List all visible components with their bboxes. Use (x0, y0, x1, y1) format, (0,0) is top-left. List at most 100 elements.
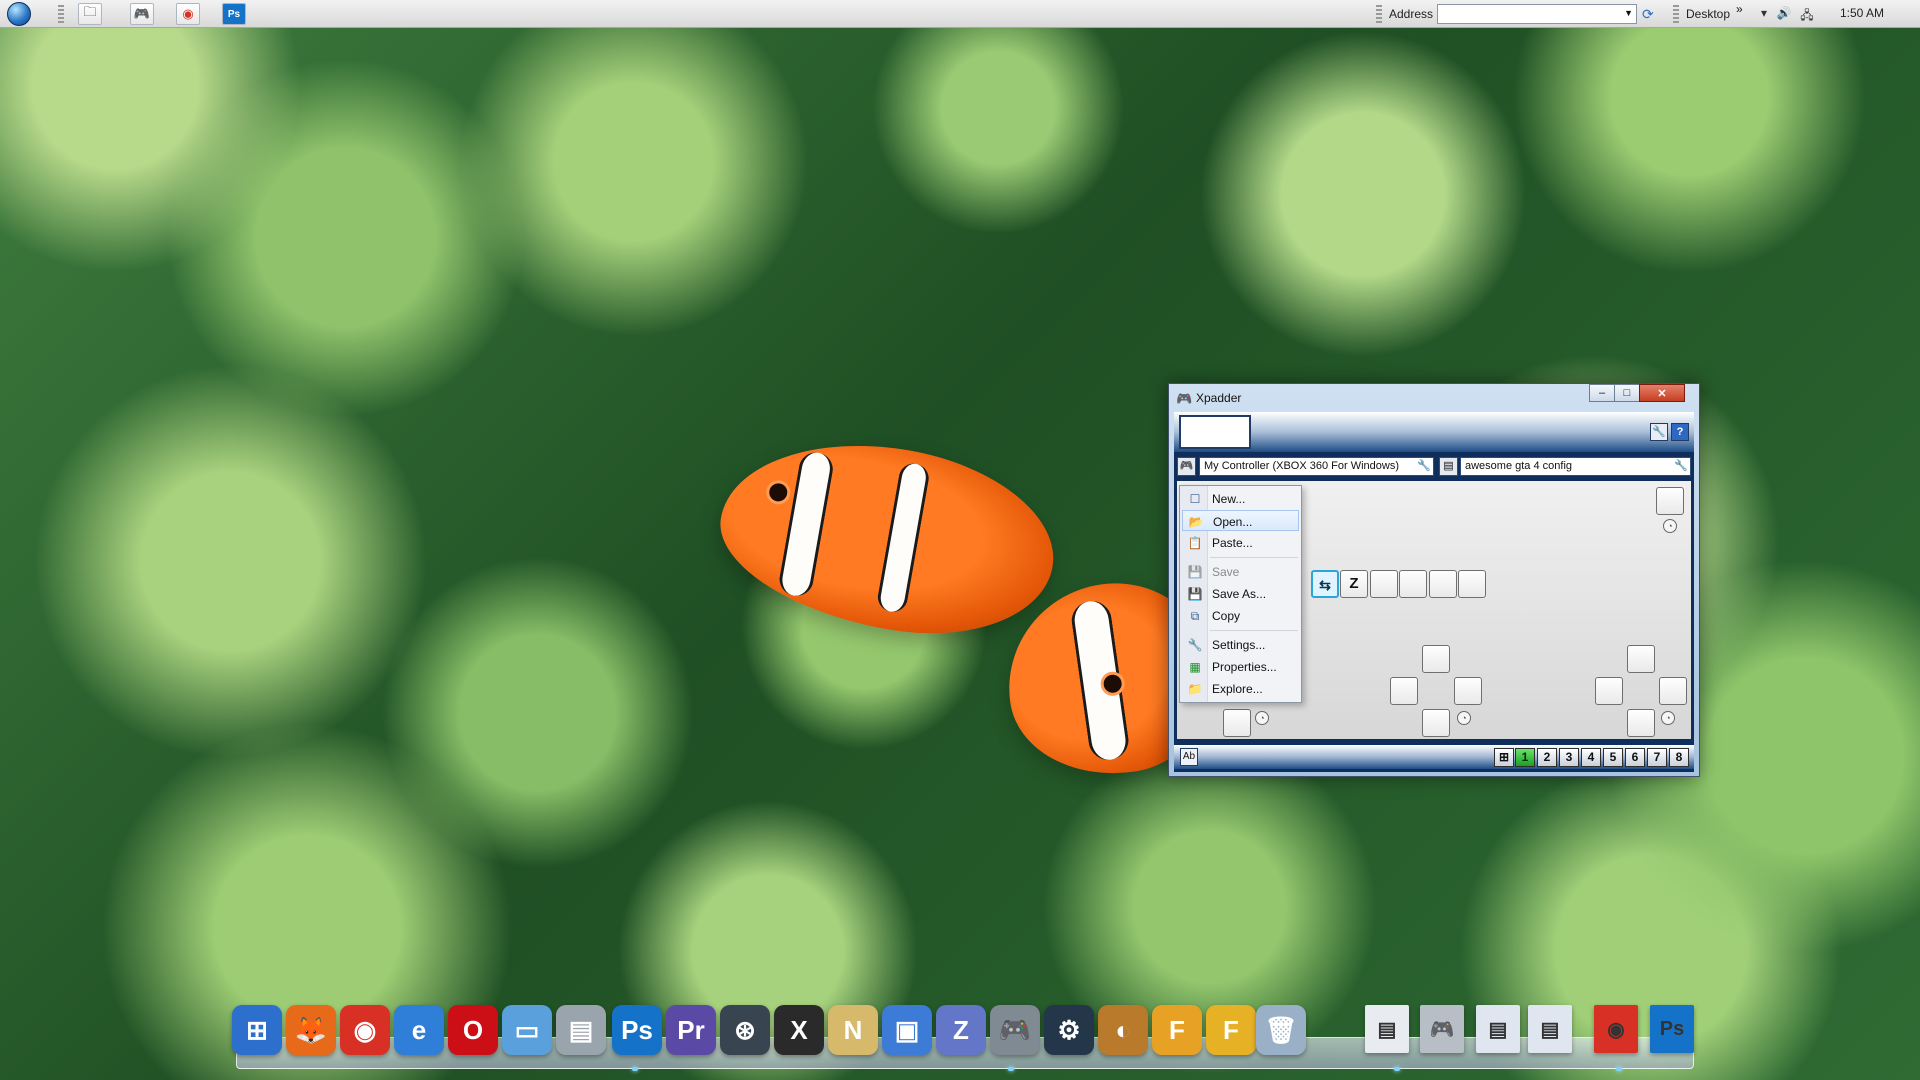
desktop-toolbar-label[interactable]: Desktop (1686, 7, 1730, 21)
photoshop-thumb-icon[interactable]: Ps (1650, 1005, 1694, 1053)
steam-icon[interactable]: ⚙ (1044, 1005, 1094, 1055)
stick-config-icon[interactable]: ◔ (1663, 519, 1677, 533)
premiere-icon[interactable]: Pr (666, 1005, 716, 1055)
set-button-8[interactable]: 8 (1669, 748, 1689, 767)
set-button-7[interactable]: 7 (1647, 748, 1667, 767)
network-icon[interactable]: 🖧 (1799, 6, 1815, 22)
stick-config-icon[interactable]: ◔ (1255, 711, 1269, 725)
paste-icon: 📋 (1187, 536, 1203, 550)
tray-dropdown-icon[interactable]: ▾ (1756, 6, 1772, 22)
menu-item-save[interactable]: 💾 Save (1182, 561, 1299, 582)
menu-item-settings[interactable]: 🔧 Settings... (1182, 634, 1299, 655)
chrome-icon[interactable]: ◉ (176, 3, 200, 25)
chevron-down-icon[interactable]: ▼ (1624, 8, 1633, 18)
menu-item-label: Save (1212, 565, 1240, 579)
right-shoulder-key[interactable] (1656, 487, 1684, 515)
wrench-icon[interactable]: 🔧 (1650, 423, 1668, 441)
folder-thumb-icon-2[interactable]: ▤ (1528, 1005, 1572, 1053)
firefox-icon[interactable]: 🦊 (286, 1005, 336, 1055)
dpad-down-key[interactable] (1422, 709, 1450, 737)
window-thumb-icon[interactable]: ▤ (1365, 1005, 1409, 1053)
controller-image-tile[interactable] (1179, 415, 1251, 449)
set-button-6[interactable]: 6 (1625, 748, 1645, 767)
fl-studio-alt-icon[interactable]: F (1206, 1005, 1256, 1055)
folder-thumb-icon[interactable]: ▤ (1476, 1005, 1520, 1053)
dpad-left-key[interactable] (1390, 677, 1418, 705)
left-stick-down-key[interactable] (1223, 709, 1251, 737)
start-button[interactable] (7, 2, 31, 26)
zune-icon[interactable]: Z (936, 1005, 986, 1055)
right-stick-down-key[interactable] (1627, 709, 1655, 737)
address-input[interactable]: ▼ (1437, 4, 1637, 24)
text-mode-icon[interactable]: Ab (1180, 748, 1198, 766)
toolbar-grip[interactable] (58, 5, 64, 23)
wrench-icon[interactable]: 🔧 (1674, 459, 1688, 472)
controller-select[interactable]: My Controller (XBOX 360 For Windows) 🔧 (1199, 457, 1434, 476)
menu-item-save-as[interactable]: 💾 Save As... (1182, 583, 1299, 604)
dpad-right-key[interactable] (1454, 677, 1482, 705)
right-stick-up-key[interactable] (1627, 645, 1655, 673)
photoshop-icon[interactable]: Ps (222, 3, 246, 25)
stick-config-icon[interactable]: ◔ (1457, 711, 1471, 725)
gamepad-dock-icon[interactable]: 🎮 (990, 1005, 1040, 1055)
gamepad-thumb-icon[interactable]: 🎮 (1420, 1005, 1464, 1053)
profile-context-menu: ☐ New... 📂 Open... 📋 Paste... 💾 Save 💾 S… (1179, 485, 1302, 703)
fl-studio-icon[interactable]: F (1152, 1005, 1202, 1055)
recycle-bin-icon[interactable]: 🗑 (1256, 1005, 1306, 1055)
game-controller-dock-icon[interactable]: ⊛ (720, 1005, 770, 1055)
folder-icon[interactable]: 🗀 (78, 3, 102, 25)
folder-dock-icon[interactable]: ▭ (502, 1005, 552, 1055)
menu-item-explore[interactable]: 📁 Explore... (1182, 678, 1299, 699)
right-stick-left-key[interactable] (1595, 677, 1623, 705)
windows-start-dock-icon[interactable]: ⊞ (232, 1005, 282, 1055)
chrome-thumb-icon[interactable]: ◉ (1594, 1005, 1638, 1053)
minimize-button[interactable]: – (1589, 384, 1615, 402)
maximize-button[interactable]: □ (1614, 384, 1640, 402)
controller-icon[interactable]: 🎮 (1177, 457, 1196, 476)
menu-item-new[interactable]: ☐ New... (1182, 488, 1299, 509)
desktop-grip[interactable] (1673, 5, 1679, 23)
close-button[interactable]: ✕ (1639, 384, 1685, 402)
set-button-1[interactable]: 1 (1515, 748, 1535, 767)
chevron-more-icon[interactable]: » (1736, 2, 1743, 16)
internet-explorer-icon[interactable]: e (394, 1005, 444, 1055)
help-icon[interactable]: ? (1671, 423, 1689, 441)
xpadder-footer: Ab ⊞ 1 2 3 4 5 6 7 8 (1174, 745, 1694, 769)
wrench-icon[interactable]: 🔧 (1417, 459, 1431, 472)
profile-icon[interactable]: ▤ (1439, 457, 1458, 476)
profile-select[interactable]: awesome gta 4 config 🔧 (1460, 457, 1691, 476)
blank-key[interactable] (1458, 570, 1486, 598)
chrome-dock-icon[interactable]: ◉ (340, 1005, 390, 1055)
set-button-4[interactable]: 4 (1581, 748, 1601, 767)
clock[interactable]: 1:50 AM (1840, 6, 1884, 20)
dpad-up-key[interactable] (1422, 645, 1450, 673)
address-grip[interactable] (1376, 5, 1382, 23)
menu-item-copy[interactable]: ⧉ Copy (1182, 605, 1299, 626)
highlighted-key[interactable]: ⇆ (1311, 570, 1339, 598)
set-grid-icon[interactable]: ⊞ (1494, 748, 1514, 767)
blank-key[interactable] (1370, 570, 1398, 598)
drive-icon[interactable]: ▤ (556, 1005, 606, 1055)
menu-item-paste[interactable]: 📋 Paste... (1182, 532, 1299, 553)
z-key[interactable]: Z (1340, 570, 1368, 598)
running-indicator (1008, 1067, 1014, 1071)
refresh-icon[interactable]: ⟳ (1642, 6, 1658, 22)
photoshop-dock-icon[interactable]: Ps (612, 1005, 662, 1055)
set-button-2[interactable]: 2 (1537, 748, 1557, 767)
right-stick-right-key[interactable] (1659, 677, 1687, 705)
stick-config-icon[interactable]: ◔ (1661, 711, 1675, 725)
blank-key[interactable] (1399, 570, 1427, 598)
gamepad-icon[interactable]: 🎮 (130, 3, 154, 25)
xsplit-icon[interactable]: X (774, 1005, 824, 1055)
menu-item-open[interactable]: 📂 Open... (1182, 510, 1299, 531)
opera-icon[interactable]: O (448, 1005, 498, 1055)
set-button-3[interactable]: 3 (1559, 748, 1579, 767)
blank-key[interactable] (1429, 570, 1457, 598)
menu-item-properties[interactable]: ▦ Properties... (1182, 656, 1299, 677)
notepad-icon[interactable]: N (828, 1005, 878, 1055)
set-button-5[interactable]: 5 (1603, 748, 1623, 767)
running-indicator (1616, 1067, 1622, 1071)
monitor-icon[interactable]: ▣ (882, 1005, 932, 1055)
volume-icon[interactable]: 🔊 (1776, 6, 1792, 22)
media-icon[interactable]: ◐ (1098, 1005, 1148, 1055)
